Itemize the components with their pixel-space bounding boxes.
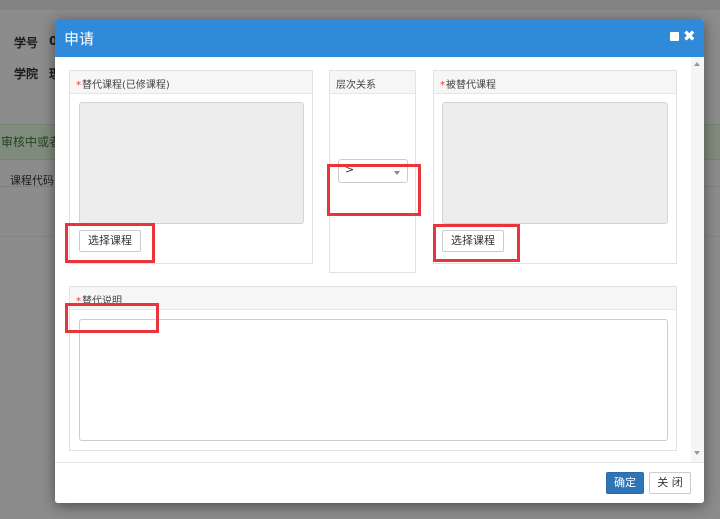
required-mark: * xyxy=(440,80,445,91)
panel-title: *被替代课程 xyxy=(440,76,496,91)
required-mark: * xyxy=(76,80,81,91)
highlight-box xyxy=(65,303,159,333)
dialog-body: *替代课程(已修课程) 选择课程 层次关系 > *被替代课程 选择课程 *替代说… xyxy=(55,57,704,462)
description-panel: *替代说明 xyxy=(69,286,677,451)
panel-header: *替代课程(已修课程) xyxy=(70,71,312,94)
panel-header: 层次关系 xyxy=(330,71,415,94)
panel-header: *被替代课程 xyxy=(434,71,676,94)
replaced-course-title: 被替代课程 xyxy=(446,80,496,91)
panel-title: *替代课程(已修课程) xyxy=(76,76,170,91)
close-icon[interactable]: ✖ xyxy=(683,26,696,46)
dialog-title: 申请 xyxy=(64,30,95,48)
application-dialog: 申请 ✖ *替代课程(已修课程) 选择课程 层次关系 > *被替代课程 选择课程… xyxy=(55,19,704,503)
substitute-course-title: 替代课程(已修课程) xyxy=(82,80,170,91)
highlight-box xyxy=(327,164,421,216)
panel-header: *替代说明 xyxy=(70,287,676,310)
dialog-header: 申请 ✖ xyxy=(55,19,704,57)
highlight-box xyxy=(433,224,520,262)
substitute-course-list[interactable] xyxy=(79,102,304,224)
maximize-icon[interactable] xyxy=(670,32,679,41)
relation-title: 层次关系 xyxy=(336,80,376,91)
replaced-course-list[interactable] xyxy=(442,102,668,224)
dialog-footer: 确定 关 闭 xyxy=(55,462,704,503)
scroll-up-icon[interactable] xyxy=(694,62,700,66)
dialog-scrollbar[interactable] xyxy=(691,57,704,462)
description-textarea[interactable] xyxy=(79,319,668,441)
highlight-box xyxy=(65,223,155,263)
close-button[interactable]: 关 闭 xyxy=(649,472,691,494)
scroll-down-icon[interactable] xyxy=(694,451,700,455)
confirm-button[interactable]: 确定 xyxy=(606,472,644,494)
